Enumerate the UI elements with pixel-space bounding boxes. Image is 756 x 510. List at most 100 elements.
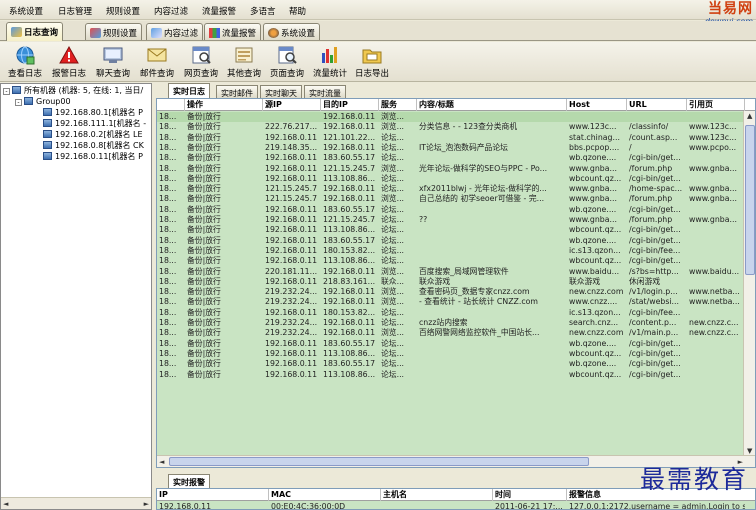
- table-cell: [687, 339, 745, 349]
- tree-horizontal-scrollbar[interactable]: ◄ ►: [1, 497, 151, 509]
- table-row[interactable]: 18... 备份|放行 192.168.0.11 113.108.86... 论坛...…: [157, 225, 745, 235]
- table-cell: 18...: [159, 204, 177, 214]
- table-row[interactable]: 18... 备份|放行 192.168.0.11 183.60.55.17 论坛... w…: [157, 359, 745, 369]
- tab-log-query[interactable]: 日志查询: [6, 22, 64, 41]
- table-row[interactable]: 18... 备份|放行 192.168.0.11 183.60.55.17 论坛... w…: [157, 153, 745, 163]
- scroll-thumb[interactable]: [169, 457, 589, 466]
- column-header[interactable]: Host: [567, 99, 627, 111]
- table-cell: IT论坛_泡泡数码产品论坛: [419, 142, 508, 152]
- collapse-icon[interactable]: -: [15, 99, 22, 106]
- alarm-log-button[interactable]: 报警日志: [46, 45, 92, 79]
- other-query-button[interactable]: 其他查询: [221, 45, 267, 79]
- tab-realtime-alarm[interactable]: 实时报警: [168, 474, 210, 489]
- table-row[interactable]: 18... 备份|放行 192.168.0.11 121.15.245.7 浏览... 光…: [157, 164, 745, 174]
- column-header[interactable]: [157, 99, 185, 111]
- table-row[interactable]: 18... 备份|放行 192.168.0.11 浏览...: [157, 112, 745, 123]
- tree-machine[interactable]: 192.168.111.1[机器名 -: [43, 118, 146, 129]
- table-row[interactable]: 18... 备份|放行 192.168.0.11 113.108.86... 论坛...…: [157, 349, 745, 359]
- tab-realtime-mail[interactable]: 实时邮件: [216, 85, 258, 98]
- table-row[interactable]: 18... 备份|放行 192.168.0.11 180.153.82... 论坛...…: [157, 308, 745, 318]
- table-cell: 论坛...: [381, 204, 405, 214]
- tree-machine[interactable]: 192.168.0.2[机器名 LE: [43, 129, 143, 140]
- table-cell: wbcount.qz...: [569, 369, 622, 379]
- chat-query-button[interactable]: 聊天查询: [90, 45, 136, 79]
- scroll-right-icon[interactable]: ►: [144, 500, 149, 508]
- menu-rule-settings[interactable]: 规则设置: [106, 5, 140, 17]
- table-row[interactable]: 18... 备份|放行 192.168.0.11 113.108.86... 论坛...…: [157, 256, 745, 266]
- tab-realtime-log[interactable]: 实时日志: [168, 83, 210, 98]
- column-header[interactable]: 源IP: [263, 99, 321, 111]
- table-cell: 备份|放行: [187, 307, 221, 317]
- table-row[interactable]: 18... 备份|放行 192.168.0.11 183.60.55.17 论坛... w…: [157, 339, 745, 349]
- log-export-button[interactable]: 日志导出: [349, 45, 395, 79]
- column-header[interactable]: URL: [627, 99, 687, 111]
- table-row[interactable]: 18... 备份|放行 219.232.24... 192.168.0.11 浏览...…: [157, 297, 745, 307]
- view-log-button[interactable]: 查看日志: [2, 45, 48, 79]
- menu-content-filter[interactable]: 内容过滤: [154, 5, 188, 17]
- table-row[interactable]: 18... 备份|放行 192.168.0.11 183.60.55.17 论坛... w…: [157, 205, 745, 215]
- menu-language[interactable]: 多语言: [250, 5, 276, 17]
- tab-content-filter[interactable]: 内容过滤: [146, 23, 204, 40]
- scroll-left-icon[interactable]: ◄: [3, 500, 8, 508]
- table-row[interactable]: 18... 备份|放行 219.232.24... 192.168.0.11 浏览...…: [157, 328, 745, 338]
- web-query-button[interactable]: 网页查询: [178, 45, 224, 79]
- column-header[interactable]: IP: [157, 489, 269, 501]
- table-row[interactable]: 18... 备份|放行 192.168.0.11 113.108.86... 论坛...…: [157, 174, 745, 184]
- column-header[interactable]: 时间: [493, 489, 567, 501]
- table-row[interactable]: 18... 备份|放行 192.168.0.11 218.83.161... 联众...…: [157, 277, 745, 287]
- tab-system-settings[interactable]: 系统设置: [263, 23, 321, 40]
- scroll-down-icon[interactable]: ▼: [747, 447, 752, 455]
- mail-query-button[interactable]: 邮件查询: [134, 45, 180, 79]
- column-header[interactable]: 操作: [185, 99, 263, 111]
- tab-realtime-traffic[interactable]: 实时流量: [304, 85, 346, 98]
- table-cell: www.gnba...: [569, 215, 617, 224]
- tree-machine[interactable]: 192.168.0.11[机器名 P: [43, 151, 143, 162]
- table-cell: 论坛...: [381, 225, 405, 235]
- tree-root[interactable]: - 所有机器 (机器: 5, 在线: 1, 当日/: [3, 85, 143, 96]
- menu-help[interactable]: 帮助: [289, 5, 306, 17]
- traffic-stats-button[interactable]: 流量统计: [307, 45, 353, 79]
- table-row[interactable]: 18... 备份|放行 192.168.0.11 180.153.82... 论坛...…: [157, 246, 745, 256]
- log-vertical-scrollbar[interactable]: ▲ ▼: [743, 111, 755, 456]
- menu-system-settings[interactable]: 系统设置: [9, 5, 43, 17]
- page-query-button[interactable]: 页面查询: [264, 45, 310, 79]
- table-row[interactable]: 18... 备份|放行 192.168.0.11 183.60.55.17 论坛... w…: [157, 236, 745, 246]
- tree-group[interactable]: - Group00: [15, 96, 71, 107]
- alarm-row[interactable]: 192.168.0.11 00:E0:4C:36:00:0D 2011-06-21 …: [157, 502, 745, 510]
- table-row[interactable]: 18... 备份|放行 121.15.245.7 192.168.0.11 论坛... x…: [157, 184, 745, 194]
- column-header[interactable]: 引用页: [687, 99, 745, 111]
- menu-traffic-alarm[interactable]: 流量报警: [202, 5, 236, 17]
- scroll-up-icon[interactable]: ▲: [747, 112, 752, 120]
- tab-rule-settings[interactable]: 规则设置: [85, 23, 143, 40]
- table-cell: 18...: [159, 348, 177, 358]
- tab-traffic-alarm[interactable]: 流量报警: [204, 23, 262, 40]
- tab-realtime-chat[interactable]: 实时聊天: [260, 85, 302, 98]
- table-row[interactable]: 18... 备份|放行 220.181.11... 192.168.0.11 浏览...…: [157, 267, 745, 277]
- table-row[interactable]: 18... 备份|放行 222.76.217... 192.168.0.11 浏览...…: [157, 122, 745, 132]
- table-cell: 备份|放行: [187, 112, 221, 121]
- tree-machine[interactable]: 192.168.80.1[机器名 P: [43, 107, 143, 118]
- table-row[interactable]: 18... 备份|放行 192.168.0.11 121.15.245.7 论坛...?…: [157, 215, 745, 225]
- table-row[interactable]: 18... 备份|放行 192.168.0.11 121.101.22... 论坛...…: [157, 133, 745, 143]
- collapse-icon[interactable]: -: [3, 88, 10, 95]
- column-header[interactable]: 服务: [379, 99, 417, 111]
- column-header[interactable]: 目的IP: [321, 99, 379, 111]
- table-row[interactable]: 18... 备份|放行 219.232.24... 192.168.0.11 论坛...…: [157, 318, 745, 328]
- scroll-thumb[interactable]: [745, 125, 755, 275]
- table-cell: 183.60.55.17: [323, 204, 376, 214]
- column-header[interactable]: 内容/标题: [417, 99, 567, 111]
- menu-log-management[interactable]: 日志管理: [58, 5, 92, 17]
- table-cell: 备份|放行: [187, 348, 221, 358]
- table-cell: 219.232.24...: [265, 287, 318, 297]
- table-cell: 192.168.0.11: [159, 502, 212, 510]
- column-header[interactable]: 主机名: [381, 489, 493, 501]
- table-row[interactable]: 18... 备份|放行 219.232.24... 192.168.0.11 浏览...…: [157, 287, 745, 297]
- table-cell: 18...: [159, 173, 177, 183]
- column-header[interactable]: MAC: [269, 489, 381, 501]
- table-row[interactable]: 18... 备份|放行 219.148.35... 192.168.0.11 论坛...…: [157, 143, 745, 153]
- table-cell: www.baidu...: [689, 266, 740, 276]
- table-row[interactable]: 18... 备份|放行 192.168.0.11 113.108.86... 论坛...…: [157, 370, 745, 380]
- table-row[interactable]: 18... 备份|放行 121.15.245.7 192.168.0.11 浏览... 自…: [157, 194, 745, 204]
- scroll-left-icon[interactable]: ◄: [159, 458, 164, 466]
- tree-machine[interactable]: 192.168.0.8[机器名 CK: [43, 140, 144, 151]
